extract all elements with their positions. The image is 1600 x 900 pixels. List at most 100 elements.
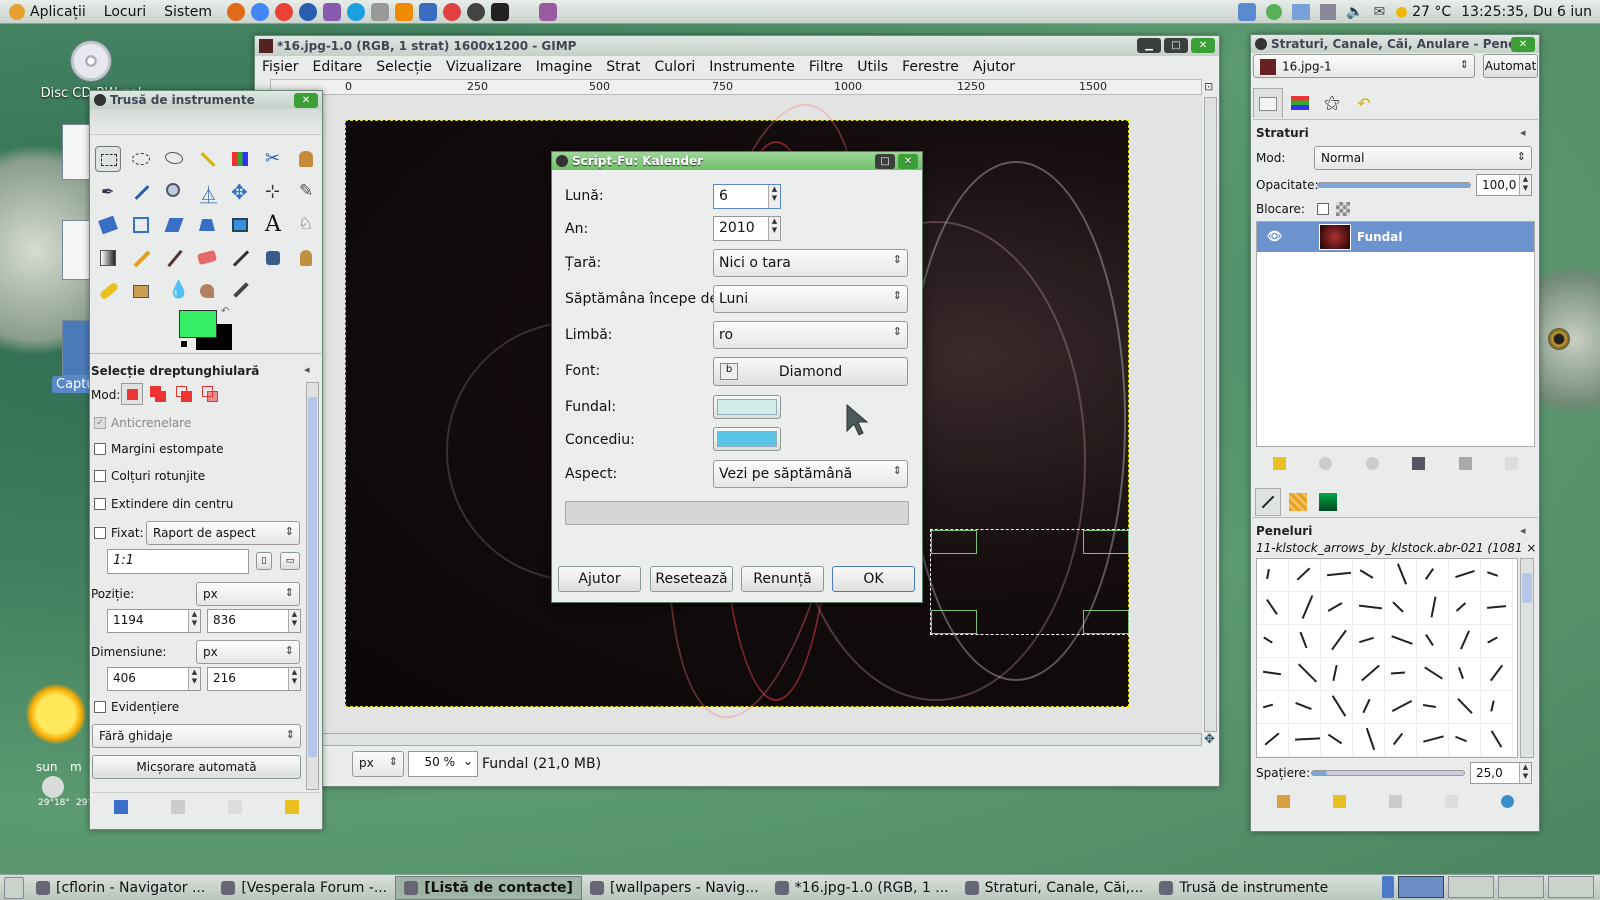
aspect-select[interactable]: Vezi pe săptămână bbox=[713, 460, 908, 488]
menu-edit[interactable]: Editare bbox=[305, 59, 369, 75]
brush-item[interactable] bbox=[1257, 724, 1289, 757]
zoom-tool[interactable] bbox=[161, 179, 187, 205]
brush-item[interactable] bbox=[1257, 658, 1289, 691]
brush-item[interactable] bbox=[1289, 724, 1321, 757]
delete-layer-icon[interactable] bbox=[1505, 456, 1519, 470]
taskbar-item[interactable]: [Listă de contacte] bbox=[395, 875, 582, 900]
year-input[interactable]: 2010 ▲ ▼ bbox=[713, 216, 781, 241]
workspace-1[interactable] bbox=[1398, 876, 1444, 898]
spin-buttons[interactable]: ▲ ▼ bbox=[288, 610, 300, 632]
network-icon[interactable] bbox=[370, 2, 389, 21]
brush-item[interactable] bbox=[1449, 658, 1481, 691]
brush-item[interactable] bbox=[1385, 724, 1417, 757]
flip-tool[interactable] bbox=[227, 212, 253, 238]
feather-checkbox[interactable] bbox=[94, 443, 106, 455]
new-brush-icon[interactable] bbox=[1333, 794, 1347, 808]
taskbar-item[interactable]: [wallpapers - Navig... bbox=[582, 876, 767, 900]
landscape-button[interactable]: ▭ bbox=[280, 552, 300, 570]
expand-center-checkbox[interactable] bbox=[94, 498, 106, 510]
tray-app-icon[interactable] bbox=[1238, 3, 1257, 21]
zoom-lock-icon[interactable]: ⊡ bbox=[1204, 80, 1213, 93]
title-bar[interactable]: Script-Fu: Kalender □ ✕ bbox=[552, 152, 922, 170]
scissors-tool[interactable]: ✂ bbox=[260, 146, 286, 172]
brush-item[interactable] bbox=[1353, 691, 1385, 724]
spin-buttons[interactable]: ▲ ▼ bbox=[768, 217, 780, 240]
visibility-eye-icon[interactable]: 👁 bbox=[1267, 229, 1282, 243]
fixed-mode-select[interactable]: Raport de aspect bbox=[146, 521, 300, 545]
menu-image[interactable]: Imagine bbox=[529, 59, 600, 75]
brush-item[interactable] bbox=[1257, 691, 1289, 724]
position-unit-select[interactable]: px bbox=[196, 582, 300, 606]
unit-select[interactable]: px bbox=[352, 751, 404, 777]
brush-item[interactable] bbox=[1449, 625, 1481, 658]
close-button[interactable]: ✕ bbox=[294, 93, 318, 108]
airbrush-tool[interactable] bbox=[227, 245, 253, 271]
blend-tool[interactable] bbox=[95, 245, 121, 271]
brush-item[interactable] bbox=[1417, 724, 1449, 757]
brush-item[interactable] bbox=[1289, 691, 1321, 724]
menu-tools[interactable]: Instrumente bbox=[702, 59, 802, 75]
align-tool[interactable]: ⊹ bbox=[260, 179, 286, 205]
google-earth-icon[interactable] bbox=[298, 2, 317, 21]
brush-item[interactable] bbox=[1481, 592, 1513, 625]
rect-select-tool[interactable] bbox=[95, 146, 121, 172]
menu-colors[interactable]: Culori bbox=[648, 59, 703, 75]
lock-pixels-checkbox[interactable] bbox=[1317, 203, 1329, 215]
duplicate-layer-icon[interactable] bbox=[1412, 456, 1426, 470]
clock[interactable]: 13:25:35, Du 6 iun bbox=[1461, 4, 1592, 20]
guides-select[interactable]: Fără ghidaje bbox=[92, 724, 301, 748]
brush-item[interactable] bbox=[1321, 658, 1353, 691]
brush-item[interactable] bbox=[1289, 625, 1321, 658]
image-select[interactable]: 16.jpg-1 bbox=[1253, 54, 1475, 78]
close-button[interactable]: ✕ bbox=[1191, 38, 1215, 53]
chrome-icon[interactable] bbox=[250, 2, 269, 21]
scale-tool[interactable] bbox=[128, 212, 154, 238]
brush-item[interactable] bbox=[1417, 625, 1449, 658]
fixed-checkbox[interactable] bbox=[94, 527, 106, 539]
firefox-icon[interactable] bbox=[226, 2, 245, 21]
menu-places[interactable]: Locuri bbox=[95, 4, 155, 20]
brush-item[interactable] bbox=[1321, 724, 1353, 757]
paths-tool[interactable]: ✒ bbox=[95, 179, 121, 205]
edit-brush-icon[interactable] bbox=[1277, 794, 1291, 808]
raise-layer-icon[interactable] bbox=[1319, 456, 1333, 470]
panel-menu-icon[interactable]: ◂ bbox=[304, 363, 310, 376]
spin-buttons[interactable]: ▲ ▼ bbox=[288, 668, 300, 690]
tab-layers[interactable] bbox=[1253, 88, 1283, 118]
weather-applet[interactable]: ● 27 °C bbox=[1395, 4, 1451, 20]
menu-layer[interactable]: Strat bbox=[599, 59, 647, 75]
brush-item[interactable] bbox=[1449, 559, 1481, 592]
tab-undo[interactable]: ↶ bbox=[1349, 88, 1379, 118]
taskbar-item[interactable]: Straturi, Canale, Căi,... bbox=[957, 876, 1152, 900]
ok-button[interactable]: OK bbox=[832, 566, 915, 592]
trash-icon[interactable] bbox=[1382, 876, 1394, 898]
eraser-tool[interactable] bbox=[194, 245, 220, 271]
close-button[interactable]: ✕ bbox=[898, 154, 918, 169]
title-bar[interactable]: *16.jpg-1.0 (RGB, 1 strat) 1600x1200 - G… bbox=[255, 36, 1219, 56]
title-bar[interactable]: Trusă de instrumente ✕ bbox=[90, 91, 322, 109]
brushes-scrollbar[interactable] bbox=[1520, 558, 1534, 758]
tab-brushes[interactable] bbox=[1255, 488, 1281, 516]
highlight-checkbox[interactable] bbox=[94, 701, 106, 713]
brush-item[interactable] bbox=[1385, 559, 1417, 592]
layer-mode-select[interactable]: Normal bbox=[1314, 146, 1532, 170]
fuzzy-select-tool[interactable] bbox=[194, 146, 220, 172]
font-button[interactable]: b Diamond bbox=[713, 357, 908, 386]
desktop-thumbnail[interactable] bbox=[62, 220, 90, 280]
aspect-ratio-input[interactable]: 1:1 bbox=[107, 549, 249, 574]
tab-channels[interactable] bbox=[1285, 88, 1315, 118]
menu-filters[interactable]: Filtre bbox=[802, 59, 850, 75]
spin-buttons[interactable]: ▲ ▼ bbox=[188, 668, 200, 690]
month-input[interactable]: 6 ▲ ▼ bbox=[713, 184, 781, 209]
tray-status-icon[interactable] bbox=[1266, 4, 1283, 20]
desktop-thumbnail[interactable] bbox=[62, 124, 90, 180]
navigate-icon[interactable]: ✥ bbox=[1204, 732, 1215, 747]
taskbar-item[interactable]: Trusă de instrumente bbox=[1151, 876, 1336, 900]
brush-item[interactable] bbox=[1481, 559, 1513, 592]
menu-file[interactable]: Fișier bbox=[255, 59, 305, 75]
mail-icon[interactable]: ✉ bbox=[1374, 4, 1386, 20]
holiday-color-button[interactable] bbox=[713, 427, 781, 451]
brush-item[interactable] bbox=[1385, 625, 1417, 658]
screen-icon[interactable] bbox=[418, 2, 437, 21]
heal-tool[interactable] bbox=[95, 278, 121, 304]
